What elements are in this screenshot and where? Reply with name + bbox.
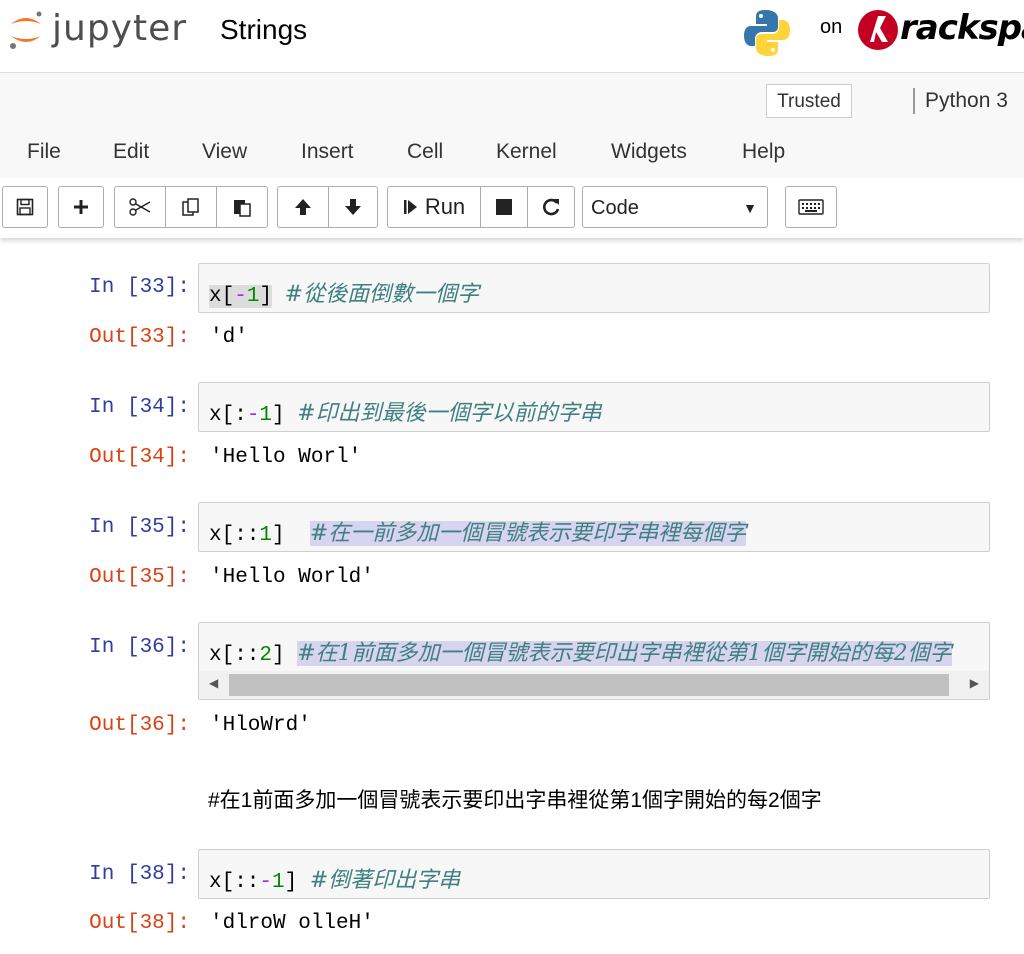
scrollbar-thumb[interactable] <box>229 674 949 696</box>
code-text: x[: <box>209 404 247 427</box>
menu-help[interactable]: Help <box>742 140 785 164</box>
jupyter-logo-icon[interactable] <box>8 10 44 50</box>
cell-output: 'dlroW olleH' <box>210 912 374 935</box>
code-bracket: ] <box>259 285 273 308</box>
menu-insert[interactable]: Insert <box>301 140 354 164</box>
input-prompt: In [38]: <box>89 863 190 886</box>
code-bracket: ] <box>272 404 285 427</box>
run-button[interactable]: Run <box>387 186 481 228</box>
output-prompt: Out[36]: <box>89 714 190 737</box>
output-prompt: Out[38]: <box>89 912 190 935</box>
trusted-indicator[interactable]: Trusted <box>766 84 852 118</box>
code-bracket: ] <box>284 871 298 894</box>
menu-widgets[interactable]: Widgets <box>611 140 687 164</box>
menu-file[interactable]: File <box>27 140 61 164</box>
input-prompt: In [33]: <box>89 276 190 299</box>
input-prompt: In [34]: <box>89 396 190 419</box>
code-text: x[-1] <box>209 285 273 308</box>
rackspace-text: rackspace <box>900 8 1024 48</box>
input-prompt: In [36]: <box>89 636 190 659</box>
code-comment: #倒著印出字串 <box>309 868 461 893</box>
save-icon <box>16 198 34 216</box>
arrow-up-icon <box>295 199 311 215</box>
cut-button[interactable] <box>114 186 166 228</box>
move-up-button[interactable] <box>277 186 329 228</box>
code-comment: #從後面倒數一個字 <box>284 282 480 307</box>
move-down-button[interactable] <box>328 186 378 228</box>
copy-button[interactable] <box>165 186 217 228</box>
plus-icon <box>74 200 88 214</box>
output-prompt: Out[35]: <box>89 566 190 589</box>
menu-edit[interactable]: Edit <box>113 140 149 164</box>
menu-kernel[interactable]: Kernel <box>496 140 557 164</box>
code-bracket: ] <box>272 524 285 547</box>
markdown-cell[interactable]: #在1前面多加一個冒號表示要印出字串裡從第1個字開始的每2個字 <box>208 784 822 814</box>
code-var: x <box>209 285 222 308</box>
copy-icon <box>182 198 199 216</box>
cell-output: 'Hello Worl' <box>210 446 362 469</box>
notebook-header: jupyter Strings on rackspace <box>0 0 1024 72</box>
notebook-title[interactable]: Strings <box>220 14 307 46</box>
cell-output: 'Hello World' <box>210 566 374 589</box>
code-comment: #在1前面多加一個冒號表示要印出字串裡從第1個字開始的每2個字 <box>297 641 952 666</box>
keyboard-icon <box>798 199 824 215</box>
scroll-right-icon[interactable]: ▶ <box>970 676 979 690</box>
cell-type-value: Code <box>591 197 639 219</box>
code-text: x[:: <box>209 524 260 547</box>
menu-view[interactable]: View <box>202 140 247 164</box>
cell-type-select[interactable]: Code ▼ <box>582 186 768 228</box>
code-number: 1 <box>259 524 273 547</box>
scroll-left-icon[interactable]: ◀ <box>209 676 218 690</box>
kernel-indicator[interactable]: Python 3 <box>913 88 1008 114</box>
interrupt-button[interactable] <box>480 186 528 228</box>
code-text: x[:: <box>209 871 260 894</box>
jupyter-logo-text[interactable]: jupyter <box>52 8 187 49</box>
cell-output: 'd' <box>210 326 248 349</box>
input-prompt: In [35]: <box>89 516 190 539</box>
run-label: Run <box>424 194 466 219</box>
code-operator: - <box>246 404 260 427</box>
restart-icon <box>543 198 560 216</box>
scissors-icon <box>129 198 151 216</box>
restart-button[interactable] <box>527 186 575 228</box>
code-number: 1 <box>246 285 260 308</box>
run-icon <box>403 200 417 214</box>
cell-output: 'HloWrd' <box>210 714 311 737</box>
output-prompt: Out[33]: <box>89 326 190 349</box>
code-cell-input[interactable]: x[::-1] #倒著印出字串 <box>198 849 990 899</box>
command-palette-button[interactable] <box>785 186 837 228</box>
paste-icon <box>234 200 251 217</box>
arrow-down-icon <box>345 199 361 215</box>
code-number: 2 <box>259 644 273 667</box>
code-bracket: ] <box>272 644 285 667</box>
code-operator: - <box>259 871 273 894</box>
save-button[interactable] <box>2 186 48 228</box>
code-bracket: [ <box>221 285 235 308</box>
code-comment: #印出到最後一個字以前的字串 <box>297 401 602 426</box>
code-number: 1 <box>272 871 285 894</box>
code-number: 1 <box>259 404 273 427</box>
code-cell-input[interactable]: x[::1] #在一前多加一個冒號表示要印字串裡每個字 <box>198 502 990 552</box>
on-text: on <box>820 16 843 38</box>
horizontal-scrollbar[interactable]: ◀ ▶ <box>199 671 989 699</box>
rackspace-logo-icon <box>858 10 898 50</box>
paste-button[interactable] <box>216 186 268 228</box>
chevron-down-icon: ▼ <box>743 200 757 216</box>
code-text: x[:: <box>209 644 260 667</box>
python-logo-icon <box>744 10 790 56</box>
output-prompt: Out[34]: <box>89 446 190 469</box>
code-cell-input[interactable]: x[:-1] #印出到最後一個字以前的字串 <box>198 382 990 432</box>
code-cell-input[interactable]: x[::2] #在1前面多加一個冒號表示要印出字串裡從第1個字開始的每2個字 ◀… <box>198 622 990 700</box>
code-cell-input[interactable]: x[-1] #從後面倒數一個字 <box>198 263 990 313</box>
menu-cell[interactable]: Cell <box>407 140 443 164</box>
code-comment: #在一前多加一個冒號表示要印字串裡每個字 <box>309 521 747 546</box>
code-operator: - <box>234 285 247 308</box>
rackspace-logo: rackspace <box>856 6 1024 54</box>
stop-icon <box>496 199 512 215</box>
insert-cell-button[interactable] <box>58 186 104 228</box>
